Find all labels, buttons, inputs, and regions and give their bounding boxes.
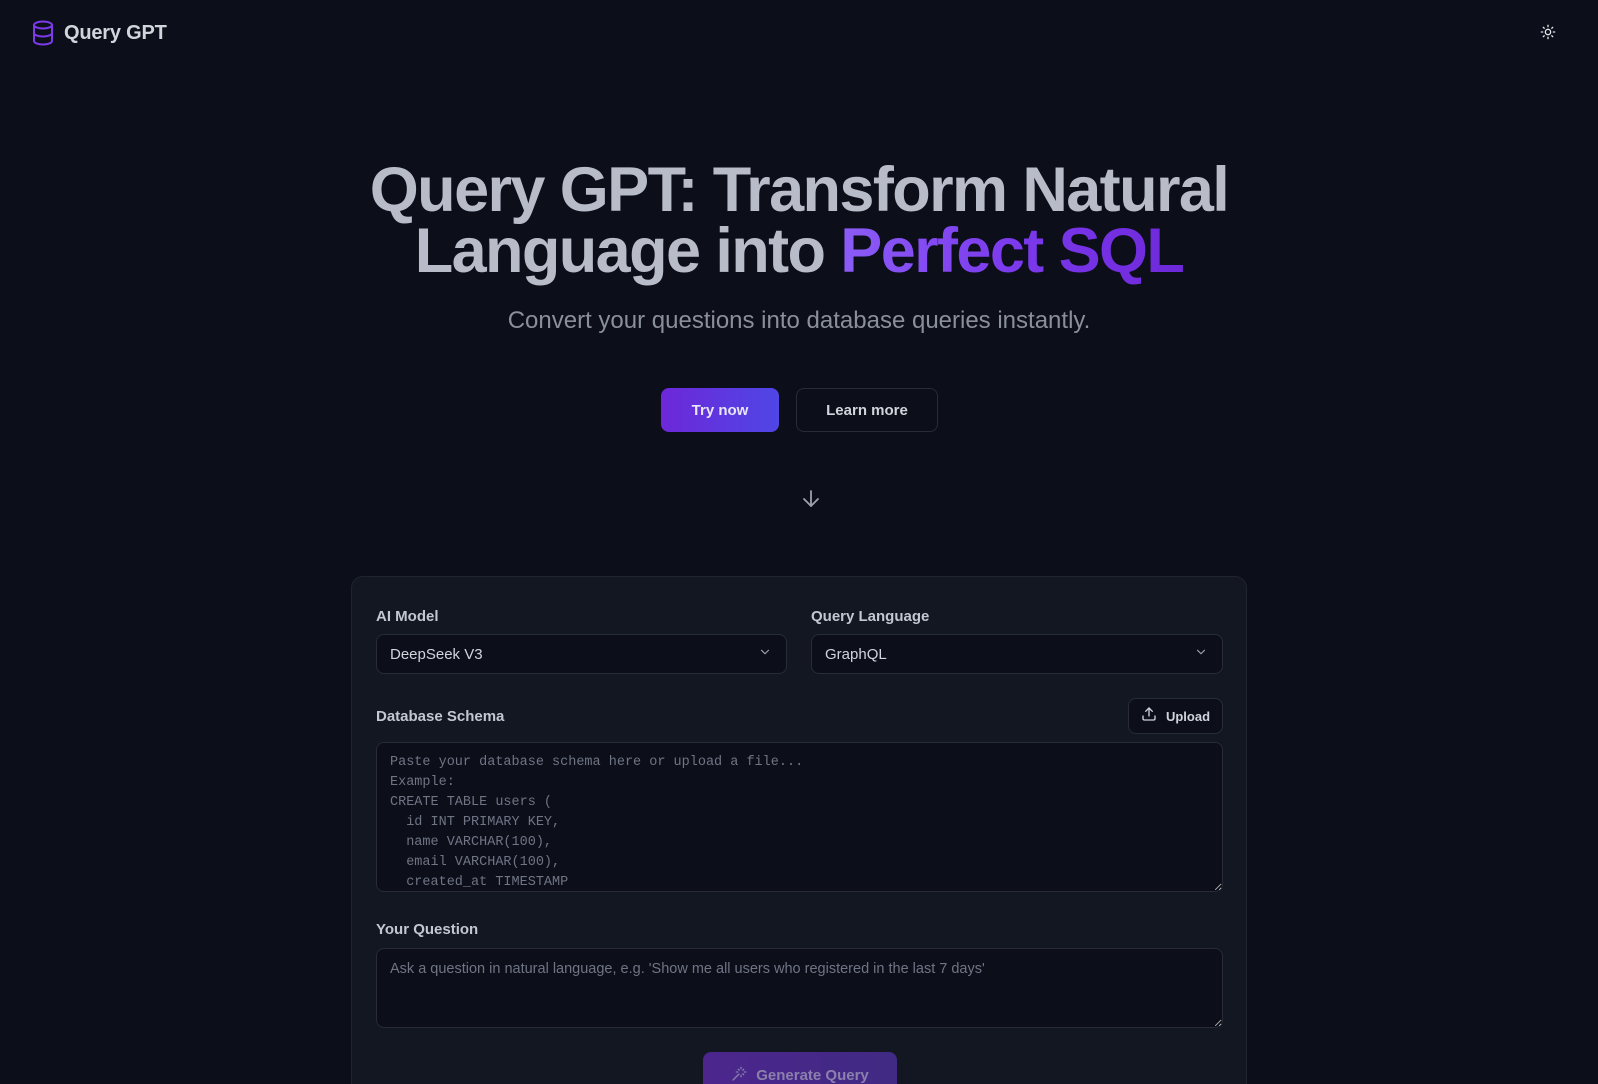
brand-name: Query GPT	[64, 21, 167, 44]
hero-title: Query GPT: Transform Natural Language in…	[0, 159, 1598, 283]
hero-title-line1: Query GPT: Transform Natural	[369, 155, 1230, 225]
ai-model-select[interactable]: DeepSeek V3	[376, 634, 787, 674]
hero-title-line2: Language into	[414, 216, 841, 286]
ai-model-value: DeepSeek V3	[390, 645, 483, 663]
query-language-select[interactable]: GraphQL	[811, 634, 1223, 674]
upload-label: Upload	[1165, 708, 1211, 724]
query-language-value: GraphQL	[825, 645, 887, 663]
generate-query-label: Generate Query	[756, 1066, 869, 1084]
top-bar: Query GPT	[0, 0, 1598, 68]
try-now-button[interactable]: Try now	[661, 388, 779, 432]
magic-wand-icon	[731, 1066, 747, 1084]
hero-subtitle: Convert your questions into database que…	[507, 307, 1091, 334]
question-textarea[interactable]	[376, 948, 1223, 1028]
cta-row: Try now Learn more	[661, 388, 938, 432]
chevron-down-icon	[1194, 645, 1208, 664]
chevron-down-icon	[758, 645, 772, 664]
schema-textarea[interactable]	[376, 742, 1223, 892]
upload-icon	[1141, 706, 1157, 727]
learn-more-button[interactable]: Learn more	[796, 388, 938, 432]
ai-model-label: AI Model	[376, 608, 439, 625]
database-schema-label: Database Schema	[376, 708, 505, 725]
database-icon	[32, 20, 54, 46]
query-form-card: AI Model DeepSeek V3 Query Language Grap…	[351, 576, 1247, 1084]
theme-toggle-button[interactable]	[1530, 20, 1566, 48]
upload-button[interactable]: Upload	[1128, 698, 1223, 734]
generate-query-button[interactable]: Generate Query	[703, 1052, 897, 1084]
brand[interactable]: Query GPT	[32, 20, 167, 46]
sun-icon	[1540, 24, 1556, 45]
page: Query GPT Query GPT: Transform Natural L…	[0, 0, 1598, 1084]
your-question-label: Your Question	[376, 921, 479, 938]
hero-title-accent: Perfect SQL	[840, 216, 1185, 286]
query-language-label: Query Language	[811, 608, 930, 625]
arrow-down-icon[interactable]	[799, 487, 823, 511]
